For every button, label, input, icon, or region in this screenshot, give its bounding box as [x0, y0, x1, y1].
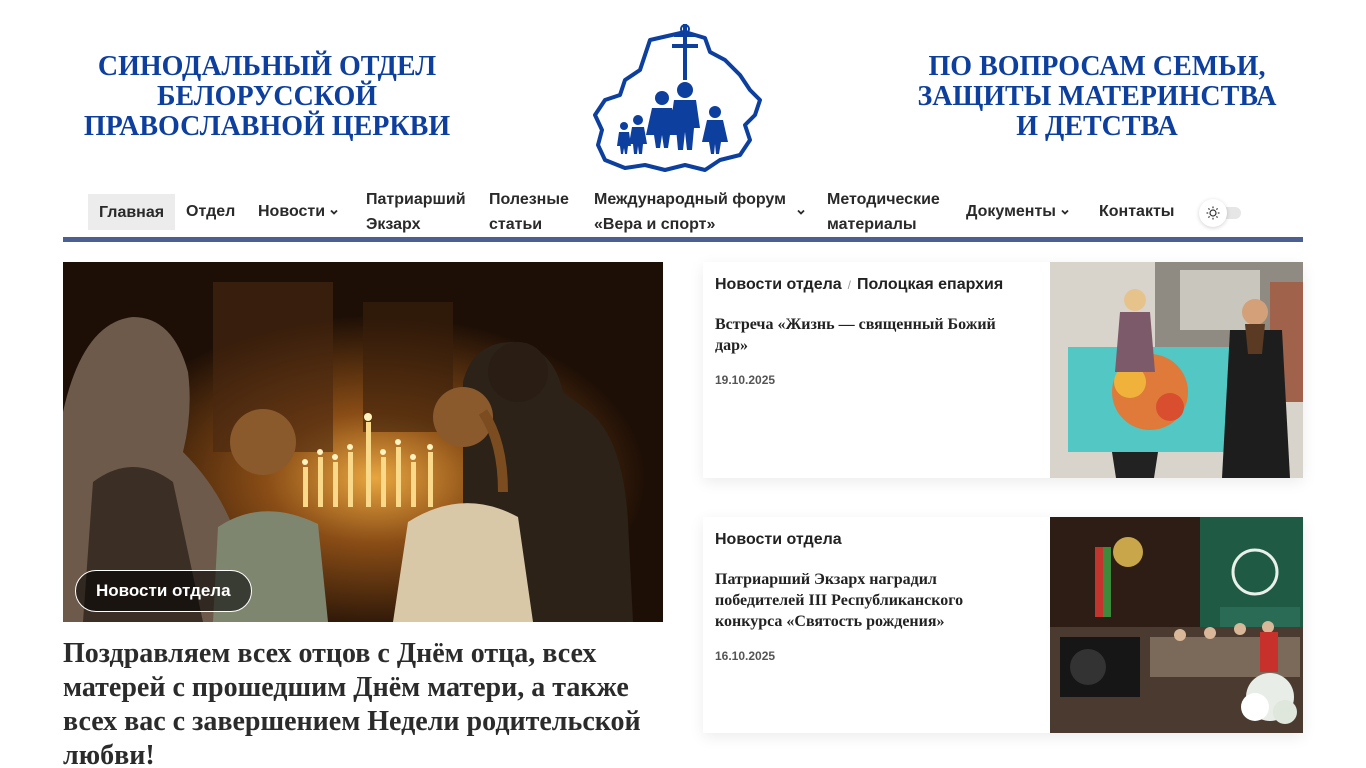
site-title-right: ПО ВОПРОСАМ СЕМЬИ, ЗАЩИТЫ МАТЕРИНСТВА И …: [895, 52, 1299, 142]
category-separator: /: [847, 278, 851, 292]
nav-item-articles[interactable]: Полезные статьи: [489, 187, 569, 237]
nav-item-exarch[interactable]: Патриарший Экзарх: [366, 187, 466, 237]
site-logo[interactable]: [590, 20, 770, 175]
nav-item-label: Международный форум: [594, 191, 786, 208]
nav-divider: [63, 237, 1303, 242]
nav-item-contacts[interactable]: Контакты: [1099, 199, 1174, 224]
card-photo: [1050, 517, 1303, 733]
card-title[interactable]: Встреча «Жизнь — священный Божий дар»: [715, 314, 1015, 356]
nav-item-documents[interactable]: Документы: [966, 199, 1070, 224]
site-title-line: ЗАЩИТЫ МАТЕРИНСТВА: [917, 81, 1277, 112]
news-card[interactable]: Новости отдела / Полоцкая епархия Встреч…: [703, 262, 1303, 478]
nav-item-label: Полезные: [489, 191, 569, 208]
site-title-line: ПО ВОПРОСАМ СЕМЬИ,: [928, 51, 1266, 82]
hero-category-badge[interactable]: Новости отдела: [75, 570, 252, 612]
news-card[interactable]: Новости отдела Патриарший Экзарх награди…: [703, 517, 1303, 733]
nav-item-home[interactable]: Главная: [88, 194, 176, 230]
nav-item-label: Экзарх: [366, 216, 421, 233]
site-title-line: И ДЕТСТВА: [1016, 111, 1178, 142]
card-date: 19.10.2025: [715, 373, 776, 387]
nav-item-label-group: Международный форум «Вера и спорт»: [594, 187, 786, 237]
toggle-knob: [1199, 199, 1227, 227]
sun-icon: [1206, 206, 1220, 220]
main-nav: Главная Отдел Новости Патриарший Экзарх …: [63, 186, 1303, 242]
nav-item-label: статьи: [489, 216, 543, 233]
nav-item-label: Отдел: [186, 203, 236, 220]
nav-item-label: Методические: [827, 191, 940, 208]
category-link[interactable]: Новости отдела: [715, 531, 842, 549]
site-title-left: СИНОДАЛЬНЫЙ ОТДЕЛ БЕЛОРУССКОЙ ПРАВОСЛАВН…: [63, 52, 471, 142]
nav-item-methodical[interactable]: Методические материалы: [827, 187, 940, 237]
nav-item-label: Документы: [966, 203, 1056, 220]
chevron-down-icon: [797, 209, 805, 215]
site-title-line: ПРАВОСЛАВНОЙ ЦЕРКВИ: [83, 111, 451, 142]
chevron-down-icon: [330, 209, 338, 215]
site-title-line: СИНОДАЛЬНЫЙ ОТДЕЛ: [97, 51, 437, 82]
nav-item-label: материалы: [827, 216, 917, 233]
site-title-line: БЕЛОРУССКОЙ: [156, 81, 378, 112]
hero-title[interactable]: Поздравляем всех отцов с Днём отца, всех…: [63, 637, 663, 768]
nav-item-department[interactable]: Отдел: [186, 199, 235, 224]
nav-item-label: Контакты: [1099, 203, 1175, 220]
nav-item-label: Патриарший: [366, 191, 466, 208]
nav-item-forum[interactable]: Международный форум «Вера и спорт»: [594, 187, 806, 237]
card-categories: Новости отдела: [715, 531, 842, 549]
card-title[interactable]: Патриарший Экзарх наградил победителей I…: [715, 569, 1015, 632]
card-photo: [1050, 262, 1303, 478]
nav-item-news[interactable]: Новости: [258, 199, 339, 224]
card-date: 16.10.2025: [715, 649, 776, 663]
hero-photo: [63, 262, 663, 622]
chevron-down-icon: [1061, 209, 1069, 215]
theme-toggle[interactable]: [1199, 199, 1243, 227]
card-image[interactable]: [1050, 517, 1303, 733]
category-link[interactable]: Полоцкая епархия: [857, 276, 1003, 294]
nav-item-label: «Вера и спорт»: [594, 216, 716, 233]
hero-image[interactable]: [63, 262, 663, 622]
card-categories: Новости отдела / Полоцкая епархия: [715, 276, 1003, 294]
nav-item-label: Главная: [99, 203, 165, 221]
nav-item-label: Новости: [258, 203, 326, 220]
card-image[interactable]: [1050, 262, 1303, 478]
category-link[interactable]: Новости отдела: [715, 276, 842, 294]
site-header: СИНОДАЛЬНЫЙ ОТДЕЛ БЕЛОРУССКОЙ ПРАВОСЛАВН…: [0, 0, 1366, 185]
